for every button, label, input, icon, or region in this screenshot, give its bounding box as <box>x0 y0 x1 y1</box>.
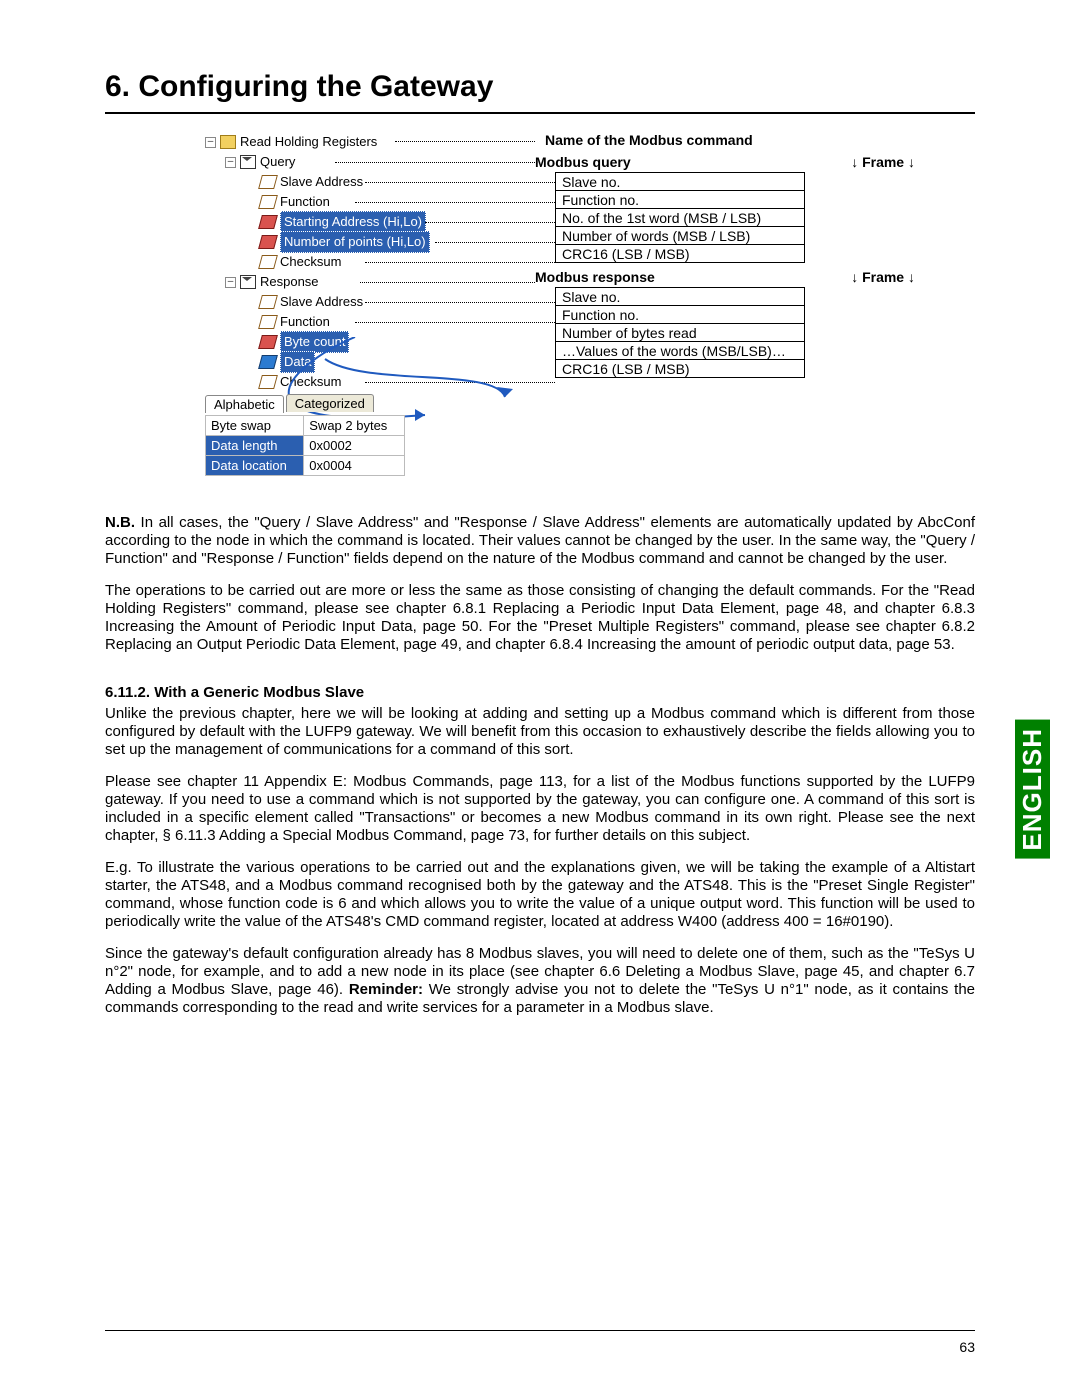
subsection-heading: 6.11.2. With a Generic Modbus Slave <box>105 684 975 701</box>
frame-label: ↓ Frame ↓ <box>851 269 915 285</box>
property-tabs: Alphabetic Categorized <box>205 394 376 412</box>
collapse-icon[interactable]: – <box>225 277 236 288</box>
folder-icon <box>220 135 236 149</box>
reminder-paragraph: Since the gateway's default configuratio… <box>105 945 975 1017</box>
query-frame-table: Slave no. Function no. No. of the 1st wo… <box>555 172 805 263</box>
tree-response-label: Response <box>260 272 319 292</box>
prop-row-selected: Data length0x0002 <box>206 436 405 456</box>
command-name-label: Name of the Modbus command <box>545 132 915 148</box>
modbus-diagram: – Read Holding Registers – Query Slave A… <box>105 132 975 492</box>
tag-icon <box>258 315 278 329</box>
tag-icon <box>258 175 278 189</box>
property-grid[interactable]: Byte swapSwap 2 bytes Data length0x0002 … <box>205 415 405 476</box>
tree-item[interactable]: Starting Address (Hi,Lo) <box>205 212 430 232</box>
envelope-icon <box>240 155 256 169</box>
tab-categorized[interactable]: Categorized <box>286 394 374 412</box>
collapse-icon[interactable]: – <box>225 157 236 168</box>
tag-icon <box>258 235 278 249</box>
tab-alphabetic[interactable]: Alphabetic <box>205 395 284 413</box>
intro-paragraph: Unlike the previous chapter, here we wil… <box>105 705 975 759</box>
note-paragraph: N.B. In all cases, the "Query / Slave Ad… <box>105 514 975 568</box>
tree-item[interactable]: Data <box>205 352 430 372</box>
prop-row: Byte swapSwap 2 bytes <box>206 416 405 436</box>
reminder-label: Reminder: <box>349 981 423 998</box>
section-title: 6. Configuring the Gateway <box>105 70 975 104</box>
tree-root[interactable]: – Read Holding Registers <box>205 132 430 152</box>
collapse-icon[interactable]: – <box>205 137 216 148</box>
page-number: 63 <box>959 1339 975 1355</box>
tag-icon <box>258 375 278 389</box>
prop-row-selected: Data location0x0004 <box>206 456 405 476</box>
tag-icon <box>258 215 278 229</box>
appendix-paragraph: Please see chapter 11 Appendix E: Modbus… <box>105 773 975 845</box>
frame-label: ↓ Frame ↓ <box>851 154 915 170</box>
tag-icon <box>258 335 278 349</box>
envelope-icon <box>240 275 256 289</box>
tag-icon <box>258 355 278 369</box>
document-body: N.B. In all cases, the "Query / Slave Ad… <box>105 514 975 1017</box>
tree-query-label: Query <box>260 152 295 172</box>
response-frame-table: Slave no. Function no. Number of bytes r… <box>555 287 805 378</box>
tree-item[interactable]: Byte count <box>205 332 430 352</box>
language-tab: ENGLISH <box>1015 720 1050 859</box>
response-header: Modbus response <box>535 269 655 285</box>
query-header: Modbus query <box>535 154 631 170</box>
example-paragraph: E.g. To illustrate the various operation… <box>105 859 975 931</box>
tree-root-label: Read Holding Registers <box>240 132 377 152</box>
tag-icon <box>258 255 278 269</box>
footer-rule <box>105 1330 975 1331</box>
tag-icon <box>258 295 278 309</box>
operations-paragraph: The operations to be carried out are mor… <box>105 582 975 654</box>
tag-icon <box>258 195 278 209</box>
nb-label: N.B. <box>105 514 135 531</box>
title-rule <box>105 112 975 114</box>
tree-item[interactable]: Number of points (Hi,Lo) <box>205 232 430 252</box>
